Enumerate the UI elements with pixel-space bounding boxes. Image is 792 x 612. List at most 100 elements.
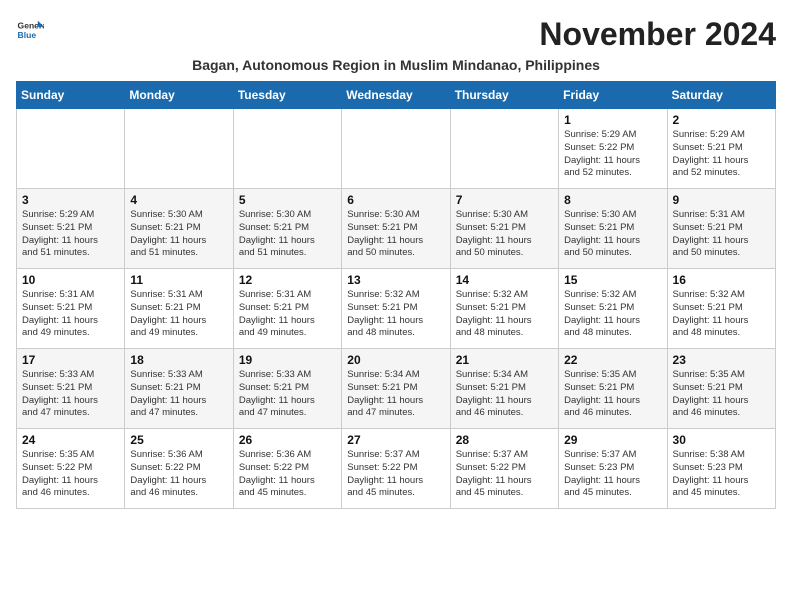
day-info: Sunrise: 5:31 AM Sunset: 5:21 PM Dayligh… <box>239 289 336 340</box>
calendar-cell: 27 Sunrise: 5:37 AM Sunset: 5:22 PM Dayli… <box>342 429 450 509</box>
day-info: Sunrise: 5:35 AM Sunset: 5:22 PM Dayligh… <box>22 449 119 500</box>
day-info: Sunrise: 5:33 AM Sunset: 5:21 PM Dayligh… <box>239 369 336 420</box>
day-number: 15 <box>564 273 661 287</box>
weekday-header-monday: Monday <box>125 82 233 109</box>
weekday-header-thursday: Thursday <box>450 82 558 109</box>
calendar-table: SundayMondayTuesdayWednesdayThursdayFrid… <box>16 81 776 509</box>
day-number: 14 <box>456 273 553 287</box>
calendar-cell: 12 Sunrise: 5:31 AM Sunset: 5:21 PM Dayli… <box>233 269 341 349</box>
day-number: 4 <box>130 193 227 207</box>
calendar-cell: 21 Sunrise: 5:34 AM Sunset: 5:21 PM Dayli… <box>450 349 558 429</box>
calendar-cell: 16 Sunrise: 5:32 AM Sunset: 5:21 PM Dayli… <box>667 269 775 349</box>
day-number: 24 <box>22 433 119 447</box>
day-info: Sunrise: 5:29 AM Sunset: 5:22 PM Dayligh… <box>564 129 661 180</box>
calendar-cell: 7Sunrise: 5:30 AM Sunset: 5:21 PM Daylig… <box>450 189 558 269</box>
calendar-cell: 19 Sunrise: 5:33 AM Sunset: 5:21 PM Dayli… <box>233 349 341 429</box>
calendar-body: 1 Sunrise: 5:29 AM Sunset: 5:22 PM Daylig… <box>17 109 776 509</box>
month-title: November 2024 <box>539 16 776 53</box>
day-number: 30 <box>673 433 770 447</box>
day-info: Sunrise: 5:32 AM Sunset: 5:21 PM Dayligh… <box>673 289 770 340</box>
calendar-cell <box>233 109 341 189</box>
day-number: 6 <box>347 193 444 207</box>
calendar-cell <box>125 109 233 189</box>
day-number: 27 <box>347 433 444 447</box>
calendar-cell: 3Sunrise: 5:29 AM Sunset: 5:21 PM Daylig… <box>17 189 125 269</box>
calendar-cell: 2 Sunrise: 5:29 AM Sunset: 5:21 PM Daylig… <box>667 109 775 189</box>
day-number: 5 <box>239 193 336 207</box>
calendar-header-row: SundayMondayTuesdayWednesdayThursdayFrid… <box>17 82 776 109</box>
day-number: 11 <box>130 273 227 287</box>
calendar-week-4: 17 Sunrise: 5:33 AM Sunset: 5:21 PM Dayli… <box>17 349 776 429</box>
calendar-cell <box>450 109 558 189</box>
calendar-week-3: 10Sunrise: 5:31 AM Sunset: 5:21 PM Dayli… <box>17 269 776 349</box>
weekday-header-friday: Friday <box>559 82 667 109</box>
page-header: General Blue November 2024 <box>16 16 776 53</box>
logo: General Blue <box>16 16 46 44</box>
calendar-cell: 4Sunrise: 5:30 AM Sunset: 5:21 PM Daylig… <box>125 189 233 269</box>
day-number: 9 <box>673 193 770 207</box>
weekday-header-wednesday: Wednesday <box>342 82 450 109</box>
day-number: 17 <box>22 353 119 367</box>
calendar-cell: 24 Sunrise: 5:35 AM Sunset: 5:22 PM Dayli… <box>17 429 125 509</box>
calendar-cell: 23 Sunrise: 5:35 AM Sunset: 5:21 PM Dayli… <box>667 349 775 429</box>
day-info: Sunrise: 5:31 AM Sunset: 5:21 PM Dayligh… <box>130 289 227 340</box>
day-info: Sunrise: 5:30 AM Sunset: 5:21 PM Dayligh… <box>347 209 444 260</box>
day-number: 18 <box>130 353 227 367</box>
calendar-cell: 28 Sunrise: 5:37 AM Sunset: 5:22 PM Dayli… <box>450 429 558 509</box>
day-number: 28 <box>456 433 553 447</box>
day-number: 23 <box>673 353 770 367</box>
calendar-cell: 1 Sunrise: 5:29 AM Sunset: 5:22 PM Daylig… <box>559 109 667 189</box>
day-info: Sunrise: 5:29 AM Sunset: 5:21 PM Dayligh… <box>22 209 119 260</box>
day-number: 1 <box>564 113 661 127</box>
calendar-cell: 17 Sunrise: 5:33 AM Sunset: 5:21 PM Dayli… <box>17 349 125 429</box>
day-info: Sunrise: 5:30 AM Sunset: 5:21 PM Dayligh… <box>564 209 661 260</box>
calendar-cell: 15 Sunrise: 5:32 AM Sunset: 5:21 PM Dayli… <box>559 269 667 349</box>
weekday-header-tuesday: Tuesday <box>233 82 341 109</box>
day-number: 13 <box>347 273 444 287</box>
day-info: Sunrise: 5:29 AM Sunset: 5:21 PM Dayligh… <box>673 129 770 180</box>
day-info: Sunrise: 5:31 AM Sunset: 5:21 PM Dayligh… <box>673 209 770 260</box>
calendar-cell: 29Sunrise: 5:37 AM Sunset: 5:23 PM Dayli… <box>559 429 667 509</box>
day-number: 20 <box>347 353 444 367</box>
day-number: 25 <box>130 433 227 447</box>
day-info: Sunrise: 5:35 AM Sunset: 5:21 PM Dayligh… <box>564 369 661 420</box>
day-info: Sunrise: 5:31 AM Sunset: 5:21 PM Dayligh… <box>22 289 119 340</box>
day-info: Sunrise: 5:35 AM Sunset: 5:21 PM Dayligh… <box>673 369 770 420</box>
day-info: Sunrise: 5:37 AM Sunset: 5:23 PM Dayligh… <box>564 449 661 500</box>
calendar-week-1: 1 Sunrise: 5:29 AM Sunset: 5:22 PM Daylig… <box>17 109 776 189</box>
day-number: 19 <box>239 353 336 367</box>
calendar-cell: 14 Sunrise: 5:32 AM Sunset: 5:21 PM Dayli… <box>450 269 558 349</box>
calendar-subtitle: Bagan, Autonomous Region in Muslim Minda… <box>16 57 776 73</box>
day-number: 8 <box>564 193 661 207</box>
weekday-header-sunday: Sunday <box>17 82 125 109</box>
day-info: Sunrise: 5:32 AM Sunset: 5:21 PM Dayligh… <box>456 289 553 340</box>
calendar-cell: 18 Sunrise: 5:33 AM Sunset: 5:21 PM Dayli… <box>125 349 233 429</box>
day-info: Sunrise: 5:32 AM Sunset: 5:21 PM Dayligh… <box>564 289 661 340</box>
calendar-cell: 26Sunrise: 5:36 AM Sunset: 5:22 PM Dayli… <box>233 429 341 509</box>
day-info: Sunrise: 5:36 AM Sunset: 5:22 PM Dayligh… <box>130 449 227 500</box>
day-info: Sunrise: 5:33 AM Sunset: 5:21 PM Dayligh… <box>22 369 119 420</box>
day-info: Sunrise: 5:37 AM Sunset: 5:22 PM Dayligh… <box>456 449 553 500</box>
day-info: Sunrise: 5:33 AM Sunset: 5:21 PM Dayligh… <box>130 369 227 420</box>
day-number: 7 <box>456 193 553 207</box>
calendar-cell: 9 Sunrise: 5:31 AM Sunset: 5:21 PM Daylig… <box>667 189 775 269</box>
calendar-cell: 30Sunrise: 5:38 AM Sunset: 5:23 PM Dayli… <box>667 429 775 509</box>
day-number: 12 <box>239 273 336 287</box>
weekday-header-saturday: Saturday <box>667 82 775 109</box>
calendar-cell: 22Sunrise: 5:35 AM Sunset: 5:21 PM Dayli… <box>559 349 667 429</box>
day-number: 21 <box>456 353 553 367</box>
day-info: Sunrise: 5:30 AM Sunset: 5:21 PM Dayligh… <box>239 209 336 260</box>
calendar-cell <box>17 109 125 189</box>
calendar-week-2: 3Sunrise: 5:29 AM Sunset: 5:21 PM Daylig… <box>17 189 776 269</box>
calendar-cell: 11 Sunrise: 5:31 AM Sunset: 5:21 PM Dayli… <box>125 269 233 349</box>
calendar-cell: 25 Sunrise: 5:36 AM Sunset: 5:22 PM Dayli… <box>125 429 233 509</box>
day-number: 16 <box>673 273 770 287</box>
calendar-cell: 6 Sunrise: 5:30 AM Sunset: 5:21 PM Daylig… <box>342 189 450 269</box>
day-info: Sunrise: 5:34 AM Sunset: 5:21 PM Dayligh… <box>456 369 553 420</box>
calendar-cell: 13Sunrise: 5:32 AM Sunset: 5:21 PM Dayli… <box>342 269 450 349</box>
calendar-week-5: 24 Sunrise: 5:35 AM Sunset: 5:22 PM Dayli… <box>17 429 776 509</box>
calendar-cell: 8 Sunrise: 5:30 AM Sunset: 5:21 PM Daylig… <box>559 189 667 269</box>
day-number: 2 <box>673 113 770 127</box>
day-info: Sunrise: 5:37 AM Sunset: 5:22 PM Dayligh… <box>347 449 444 500</box>
svg-text:Blue: Blue <box>18 30 37 40</box>
